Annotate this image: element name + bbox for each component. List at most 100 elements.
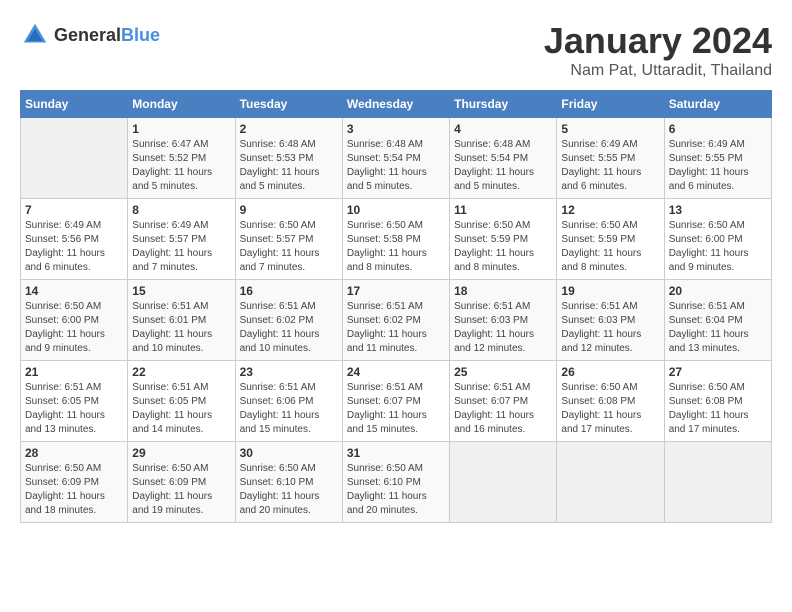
day-info: Sunrise: 6:49 AM Sunset: 5:55 PM Dayligh… xyxy=(561,138,659,194)
day-header-sunday: Sunday xyxy=(21,91,128,118)
day-cell: 8 Sunrise: 6:49 AM Sunset: 5:57 PM Daylig… xyxy=(128,199,235,280)
day-info: Sunrise: 6:50 AM Sunset: 5:59 PM Dayligh… xyxy=(454,219,552,275)
day-info: Sunrise: 6:48 AM Sunset: 5:54 PM Dayligh… xyxy=(454,138,552,194)
day-number: 19 xyxy=(561,284,659,298)
day-info: Sunrise: 6:51 AM Sunset: 6:07 PM Dayligh… xyxy=(347,381,445,437)
day-number: 29 xyxy=(132,446,230,460)
day-cell: 12 Sunrise: 6:50 AM Sunset: 5:59 PM Dayli… xyxy=(557,199,664,280)
day-header-wednesday: Wednesday xyxy=(342,91,449,118)
day-cell xyxy=(664,442,771,523)
day-info: Sunrise: 6:51 AM Sunset: 6:01 PM Dayligh… xyxy=(132,300,230,356)
week-row-5: 28 Sunrise: 6:50 AM Sunset: 6:09 PM Dayli… xyxy=(21,442,772,523)
day-cell: 14 Sunrise: 6:50 AM Sunset: 6:00 PM Dayli… xyxy=(21,280,128,361)
day-number: 2 xyxy=(240,122,338,136)
day-cell: 31Sunrise: 6:50 AM Sunset: 6:10 PM Dayli… xyxy=(342,442,449,523)
day-info: Sunrise: 6:48 AM Sunset: 5:53 PM Dayligh… xyxy=(240,138,338,194)
day-header-saturday: Saturday xyxy=(664,91,771,118)
day-info: Sunrise: 6:50 AM Sunset: 5:59 PM Dayligh… xyxy=(561,219,659,275)
day-cell: 22 Sunrise: 6:51 AM Sunset: 6:05 PM Dayli… xyxy=(128,361,235,442)
day-cell: 15 Sunrise: 6:51 AM Sunset: 6:01 PM Dayli… xyxy=(128,280,235,361)
logo-text-blue: Blue xyxy=(121,25,160,45)
day-cell xyxy=(557,442,664,523)
day-info: Sunrise: 6:51 AM Sunset: 6:03 PM Dayligh… xyxy=(561,300,659,356)
day-cell: 28 Sunrise: 6:50 AM Sunset: 6:09 PM Dayli… xyxy=(21,442,128,523)
day-info: Sunrise: 6:47 AM Sunset: 5:52 PM Dayligh… xyxy=(132,138,230,194)
day-cell: 17Sunrise: 6:51 AM Sunset: 6:02 PM Dayli… xyxy=(342,280,449,361)
logo-text-general: General xyxy=(54,25,121,45)
day-info: Sunrise: 6:51 AM Sunset: 6:04 PM Dayligh… xyxy=(669,300,767,356)
day-info: Sunrise: 6:50 AM Sunset: 6:08 PM Dayligh… xyxy=(561,381,659,437)
day-info: Sunrise: 6:49 AM Sunset: 5:57 PM Dayligh… xyxy=(132,219,230,275)
calendar-table: SundayMondayTuesdayWednesdayThursdayFrid… xyxy=(20,90,772,523)
day-cell: 25Sunrise: 6:51 AM Sunset: 6:07 PM Dayli… xyxy=(450,361,557,442)
day-number: 14 xyxy=(25,284,123,298)
day-number: 22 xyxy=(132,365,230,379)
day-number: 24 xyxy=(347,365,445,379)
day-cell: 4Sunrise: 6:48 AM Sunset: 5:54 PM Daylig… xyxy=(450,118,557,199)
calendar-title: January 2024 xyxy=(544,20,772,62)
day-info: Sunrise: 6:50 AM Sunset: 5:58 PM Dayligh… xyxy=(347,219,445,275)
day-cell: 9Sunrise: 6:50 AM Sunset: 5:57 PM Daylig… xyxy=(235,199,342,280)
day-number: 28 xyxy=(25,446,123,460)
day-number: 1 xyxy=(132,122,230,136)
header: GeneralBlue January 2024 Nam Pat, Uttara… xyxy=(20,20,772,80)
day-number: 18 xyxy=(454,284,552,298)
day-info: Sunrise: 6:51 AM Sunset: 6:02 PM Dayligh… xyxy=(347,300,445,356)
day-header-tuesday: Tuesday xyxy=(235,91,342,118)
day-number: 12 xyxy=(561,203,659,217)
logo: GeneralBlue xyxy=(20,20,160,50)
day-info: Sunrise: 6:50 AM Sunset: 6:09 PM Dayligh… xyxy=(25,462,123,518)
day-cell: 30 Sunrise: 6:50 AM Sunset: 6:10 PM Dayli… xyxy=(235,442,342,523)
day-cell: 16 Sunrise: 6:51 AM Sunset: 6:02 PM Dayli… xyxy=(235,280,342,361)
day-number: 30 xyxy=(240,446,338,460)
day-cell xyxy=(450,442,557,523)
day-cell: 13Sunrise: 6:50 AM Sunset: 6:00 PM Dayli… xyxy=(664,199,771,280)
day-info: Sunrise: 6:51 AM Sunset: 6:05 PM Dayligh… xyxy=(25,381,123,437)
day-number: 10 xyxy=(347,203,445,217)
day-cell: 2 Sunrise: 6:48 AM Sunset: 5:53 PM Daylig… xyxy=(235,118,342,199)
day-cell: 6Sunrise: 6:49 AM Sunset: 5:55 PM Daylig… xyxy=(664,118,771,199)
day-number: 6 xyxy=(669,122,767,136)
day-cell: 26Sunrise: 6:50 AM Sunset: 6:08 PM Dayli… xyxy=(557,361,664,442)
day-cell: 20Sunrise: 6:51 AM Sunset: 6:04 PM Dayli… xyxy=(664,280,771,361)
logo-icon xyxy=(20,20,50,50)
day-header-friday: Friday xyxy=(557,91,664,118)
day-number: 11 xyxy=(454,203,552,217)
day-number: 31 xyxy=(347,446,445,460)
day-info: Sunrise: 6:50 AM Sunset: 6:10 PM Dayligh… xyxy=(240,462,338,518)
day-number: 8 xyxy=(132,203,230,217)
day-cell: 23 Sunrise: 6:51 AM Sunset: 6:06 PM Dayli… xyxy=(235,361,342,442)
day-info: Sunrise: 6:49 AM Sunset: 5:56 PM Dayligh… xyxy=(25,219,123,275)
day-number: 15 xyxy=(132,284,230,298)
week-row-2: 7 Sunrise: 6:49 AM Sunset: 5:56 PM Daylig… xyxy=(21,199,772,280)
days-header-row: SundayMondayTuesdayWednesdayThursdayFrid… xyxy=(21,91,772,118)
day-number: 16 xyxy=(240,284,338,298)
day-number: 23 xyxy=(240,365,338,379)
day-info: Sunrise: 6:50 AM Sunset: 5:57 PM Dayligh… xyxy=(240,219,338,275)
day-info: Sunrise: 6:51 AM Sunset: 6:02 PM Dayligh… xyxy=(240,300,338,356)
day-cell: 24 Sunrise: 6:51 AM Sunset: 6:07 PM Dayli… xyxy=(342,361,449,442)
day-number: 13 xyxy=(669,203,767,217)
day-number: 5 xyxy=(561,122,659,136)
week-row-1: 1 Sunrise: 6:47 AM Sunset: 5:52 PM Daylig… xyxy=(21,118,772,199)
day-info: Sunrise: 6:50 AM Sunset: 6:08 PM Dayligh… xyxy=(669,381,767,437)
day-info: Sunrise: 6:50 AM Sunset: 6:09 PM Dayligh… xyxy=(132,462,230,518)
day-info: Sunrise: 6:51 AM Sunset: 6:05 PM Dayligh… xyxy=(132,381,230,437)
day-cell: 11 Sunrise: 6:50 AM Sunset: 5:59 PM Dayli… xyxy=(450,199,557,280)
day-cell: 5 Sunrise: 6:49 AM Sunset: 5:55 PM Daylig… xyxy=(557,118,664,199)
day-header-thursday: Thursday xyxy=(450,91,557,118)
day-number: 21 xyxy=(25,365,123,379)
day-cell: 10 Sunrise: 6:50 AM Sunset: 5:58 PM Dayli… xyxy=(342,199,449,280)
day-number: 3 xyxy=(347,122,445,136)
day-number: 7 xyxy=(25,203,123,217)
day-cell: 19 Sunrise: 6:51 AM Sunset: 6:03 PM Dayli… xyxy=(557,280,664,361)
day-info: Sunrise: 6:50 AM Sunset: 6:00 PM Dayligh… xyxy=(25,300,123,356)
day-info: Sunrise: 6:51 AM Sunset: 6:03 PM Dayligh… xyxy=(454,300,552,356)
title-area: January 2024 Nam Pat, Uttaradit, Thailan… xyxy=(544,20,772,80)
day-cell: 29 Sunrise: 6:50 AM Sunset: 6:09 PM Dayli… xyxy=(128,442,235,523)
calendar-subtitle: Nam Pat, Uttaradit, Thailand xyxy=(544,62,772,80)
day-cell: 7 Sunrise: 6:49 AM Sunset: 5:56 PM Daylig… xyxy=(21,199,128,280)
day-info: Sunrise: 6:51 AM Sunset: 6:06 PM Dayligh… xyxy=(240,381,338,437)
day-info: Sunrise: 6:51 AM Sunset: 6:07 PM Dayligh… xyxy=(454,381,552,437)
day-info: Sunrise: 6:48 AM Sunset: 5:54 PM Dayligh… xyxy=(347,138,445,194)
